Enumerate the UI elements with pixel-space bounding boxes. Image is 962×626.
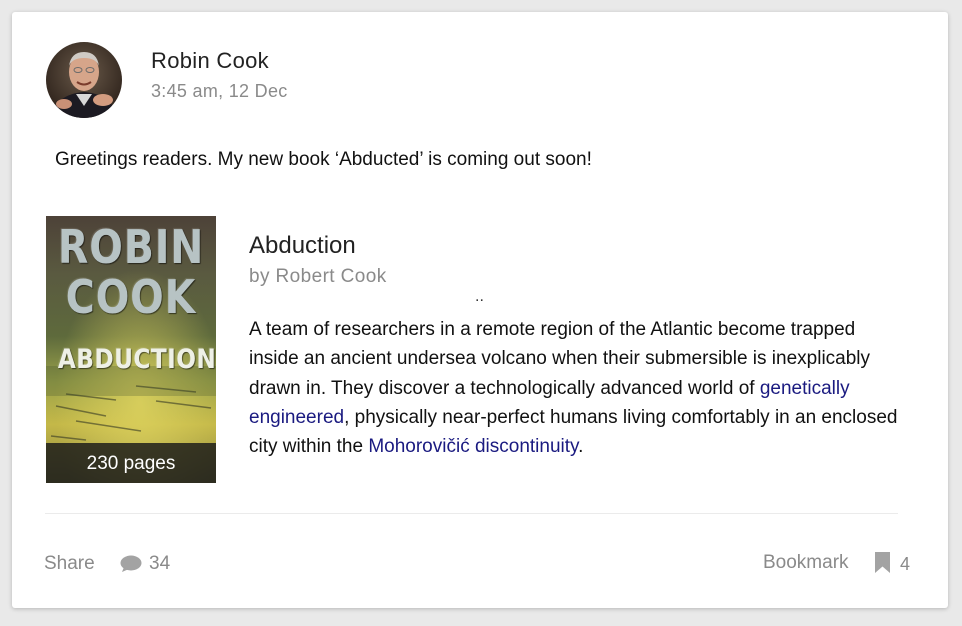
book-title[interactable]: Abduction: [249, 232, 356, 260]
mohorovicic-discontinuity-link[interactable]: Mohorovičić discontinuity: [368, 436, 578, 457]
book-byline: by Robert Cook: [249, 266, 387, 287]
page-count-badge: 230 pages: [46, 443, 216, 483]
bookmark-button[interactable]: Bookmark: [763, 552, 849, 574]
book-description: A team of researchers in a remote region…: [249, 315, 909, 461]
post-timestamp: 3:45 am, 12 Dec: [151, 81, 288, 101]
bookmark-icon[interactable]: [875, 552, 890, 573]
speech-bubble-icon: [120, 555, 142, 572]
bookmark-count: 4: [900, 554, 911, 574]
cover-author-line2: COOK: [65, 270, 197, 324]
author-name[interactable]: Robin Cook: [151, 48, 269, 74]
post-card: Robin Cook 3:45 am, 12 Dec Greetings rea…: [12, 12, 948, 608]
cover-author-line1: ROBIN: [57, 220, 205, 274]
comment-count: 34: [149, 553, 171, 574]
author-avatar[interactable]: [46, 42, 122, 118]
post-text: Greetings readers. My new book ‘Abducted…: [55, 149, 592, 170]
comments-button[interactable]: 34: [120, 552, 170, 576]
description-text-3: .: [578, 436, 584, 458]
share-button[interactable]: Share: [44, 553, 95, 575]
footer-divider: [45, 513, 898, 514]
cover-title: ABDUCTION: [57, 344, 216, 375]
dots-marker: ..: [475, 288, 484, 305]
book-cover[interactable]: ROBIN COOK ABDUCTION 230 pages: [46, 216, 216, 483]
